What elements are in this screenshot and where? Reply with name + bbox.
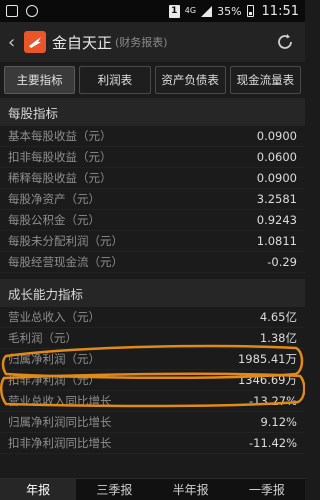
row-value: 0.0900 [256, 129, 297, 143]
network-type: 4G [184, 6, 197, 15]
tab-main-indicators[interactable]: 主要指标 [4, 66, 76, 94]
message-icon [26, 5, 38, 17]
row-value: -0.29 [267, 255, 297, 269]
tab-half-year[interactable]: 半年报 [153, 479, 229, 500]
row-value: 0.9243 [256, 213, 297, 227]
table-row: 扣非净利润（元） 1346.69万 [0, 370, 305, 391]
tab-balance-sheet[interactable]: 资产负债表 [154, 66, 226, 94]
status-bar: 1 4G 35% 11:51 [0, 0, 305, 22]
row-value: -13.27% [249, 394, 297, 408]
row-label: 归属净利润（元） [8, 352, 100, 366]
chevron-left-icon[interactable]: ‹ [8, 32, 22, 53]
tab-cash-flow[interactable]: 现金流量表 [229, 66, 301, 94]
section-header-growth: 成长能力指标 [0, 279, 305, 307]
tab-q1[interactable]: 一季报 [229, 479, 305, 500]
page-subtitle: (财务报表) [115, 36, 168, 49]
row-value: 3.2581 [256, 192, 297, 206]
table-row: 每股经营现金流（元） -0.29 [0, 252, 305, 273]
row-value: -11.42% [249, 436, 297, 450]
table-row: 基本每股收益（元） 0.0900 [0, 126, 305, 147]
row-label: 每股净资产（元） [8, 192, 100, 206]
tab-annual[interactable]: 年报 [0, 479, 77, 500]
clock: 11:51 [261, 3, 299, 19]
battery-percent: 35% [217, 4, 242, 18]
section-header-per-share: 每股指标 [0, 98, 305, 126]
table-row: 每股未分配利润（元） 1.0811 [0, 231, 305, 252]
refresh-icon[interactable] [273, 30, 297, 54]
row-label: 营业总收入同比增长 [8, 394, 112, 408]
table-row: 稀释每股收益（元） 0.0900 [0, 168, 305, 189]
table-row: 毛利润（元） 1.38亿 [0, 328, 305, 349]
table-row: 每股公积金（元） 0.9243 [0, 210, 305, 231]
tab-income-statement[interactable]: 利润表 [79, 66, 151, 94]
growth-list: 营业总收入（元） 4.65亿 毛利润（元） 1.38亿 归属净利润（元） 1985.4… [0, 307, 305, 454]
app-logo [24, 31, 46, 53]
table-row: 扣非净利润同比增长 -11.42% [0, 433, 305, 454]
tab-q3[interactable]: 三季报 [76, 479, 152, 500]
row-value: 1346.69万 [237, 373, 297, 387]
row-label: 扣非每股收益（元） [8, 150, 112, 164]
row-label: 稀释每股收益（元） [8, 171, 112, 185]
app-header: ‹ 金自天正 (财务报表) [0, 22, 305, 62]
row-value: 0.0900 [256, 171, 297, 185]
notification-icon [6, 5, 18, 17]
report-tabs: 主要指标 利润表 资产负债表 现金流量表 [0, 62, 305, 98]
row-label: 每股公积金（元） [8, 213, 100, 227]
row-label: 基本每股收益（元） [8, 129, 112, 143]
row-label: 毛利润（元） [8, 331, 77, 345]
row-value: 1.38亿 [259, 331, 297, 345]
table-row: 营业总收入（元） 4.65亿 [0, 307, 305, 328]
row-label: 营业总收入（元） [8, 310, 100, 324]
row-value: 9.12% [260, 415, 297, 429]
row-value: 1.0811 [256, 234, 297, 248]
row-value: 4.65亿 [259, 310, 297, 324]
table-row: 每股净资产（元） 3.2581 [0, 189, 305, 210]
table-row: 归属净利润同比增长 9.12% [0, 412, 305, 433]
period-tabs: 年报 三季报 半年报 一季报 [0, 478, 305, 500]
row-label: 每股经营现金流（元） [8, 255, 123, 269]
row-label: 每股未分配利润（元） [8, 234, 123, 248]
row-label: 扣非净利润同比增长 [8, 436, 112, 450]
row-label: 扣非净利润（元） [8, 373, 100, 387]
per-share-list: 基本每股收益（元） 0.0900 扣非每股收益（元） 0.0600 稀释每股收益（元… [0, 126, 305, 273]
row-label: 归属净利润同比增长 [8, 415, 112, 429]
page-title: 金自天正 [52, 33, 113, 52]
sim-indicator: 1 [168, 4, 180, 18]
row-value: 1985.41万 [237, 352, 297, 366]
table-row: 归属净利润（元） 1985.41万 [0, 349, 305, 370]
battery-icon [246, 5, 254, 17]
table-row: 扣非每股收益（元） 0.0600 [0, 147, 305, 168]
signal-icon [201, 5, 213, 17]
row-value: 0.0600 [256, 150, 297, 164]
table-row: 营业总收入同比增长 -13.27% [0, 391, 305, 412]
